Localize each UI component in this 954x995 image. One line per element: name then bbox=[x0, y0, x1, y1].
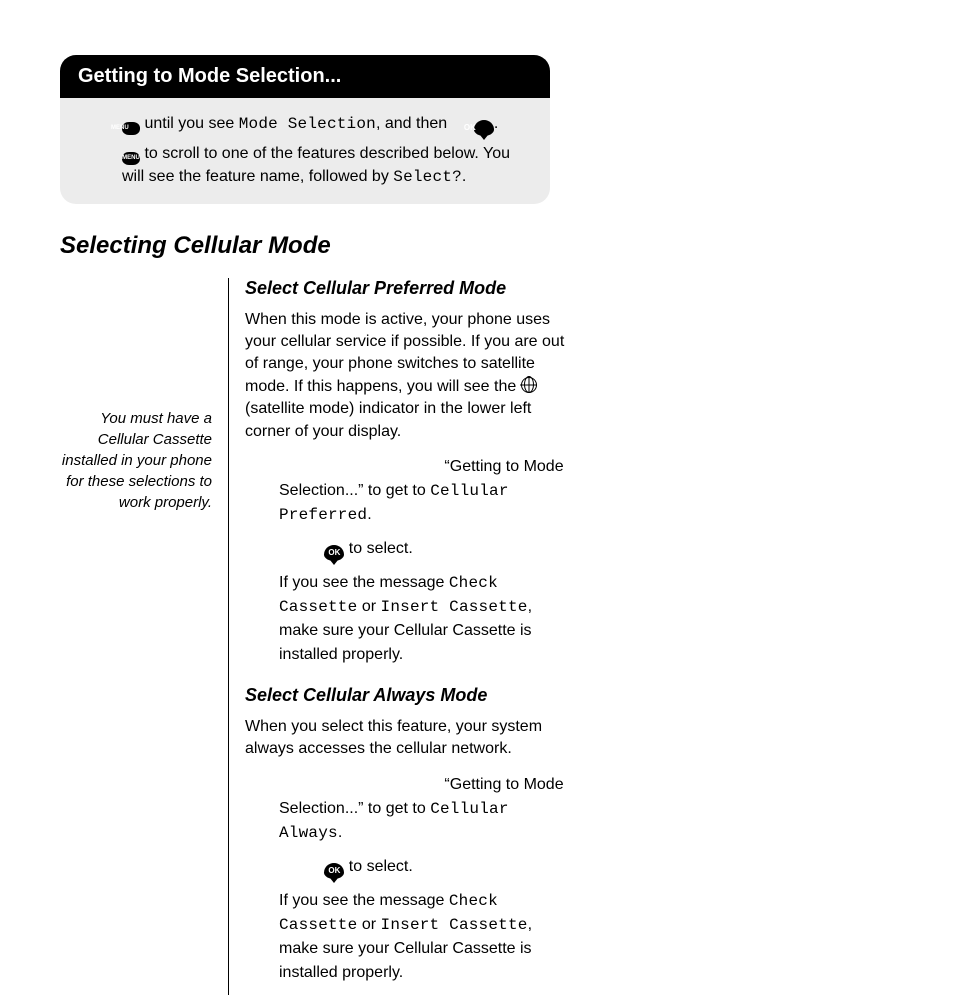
step-note: If you see the message Check Cassette or… bbox=[279, 889, 565, 985]
ok-icon: OK bbox=[324, 863, 344, 879]
text: If you see the message bbox=[279, 574, 449, 591]
text: (satellite mode) indicator in the lower … bbox=[245, 400, 531, 439]
step: Follow the steps under “Getting to Mode … bbox=[279, 455, 565, 527]
text: or bbox=[357, 916, 380, 933]
satellite-icon bbox=[521, 377, 537, 393]
box-body: MENU until you see Mode Selection, and t… bbox=[60, 98, 550, 204]
ok-icon: OK bbox=[324, 545, 344, 561]
instruction-box: Getting to Mode Selection... MENU until … bbox=[60, 55, 550, 204]
two-column-layout: You must have a Cellular Cassette instal… bbox=[60, 278, 894, 995]
subsection-heading: Select Cellular Preferred Mode bbox=[245, 278, 565, 299]
step: Follow the steps under “Getting to Mode … bbox=[279, 773, 565, 845]
text: . bbox=[338, 824, 342, 841]
text: , and then bbox=[376, 115, 452, 132]
text: until you see bbox=[140, 115, 239, 132]
step: Press OK to select. bbox=[279, 537, 565, 561]
menu-icon: MENU bbox=[122, 122, 140, 135]
content-column: Select Cellular Preferred Mode When this… bbox=[229, 278, 565, 995]
text: “Getting to Mode Selection...” to get to bbox=[279, 458, 564, 499]
text: When this mode is active, your phone use… bbox=[245, 311, 564, 395]
text: “Getting to Mode Selection...” to get to bbox=[279, 776, 564, 817]
sidenote-text: You must have a Cellular Cassette instal… bbox=[60, 408, 212, 513]
ok-icon: OK bbox=[474, 120, 494, 136]
sidenote-column: You must have a Cellular Cassette instal… bbox=[60, 278, 228, 513]
step: Press OK to select. bbox=[279, 855, 565, 879]
text: If you see the message bbox=[279, 892, 449, 909]
text: or bbox=[357, 598, 380, 615]
text: . bbox=[494, 115, 498, 132]
step-note: If you see the message Check Cassette or… bbox=[279, 571, 565, 667]
box-title: Getting to Mode Selection... bbox=[60, 55, 550, 98]
lcd-text: Select? bbox=[393, 168, 462, 186]
menu-icon: MENU bbox=[122, 152, 140, 165]
lcd-text: Insert Cassette bbox=[381, 916, 528, 934]
paragraph: When this mode is active, your phone use… bbox=[245, 309, 565, 443]
page: Getting to Mode Selection... MENU until … bbox=[0, 0, 954, 954]
text: to select. bbox=[344, 540, 412, 557]
lcd-text: Insert Cassette bbox=[381, 598, 528, 616]
subsection-heading: Select Cellular Always Mode bbox=[245, 685, 565, 706]
text: . bbox=[462, 168, 466, 185]
paragraph: When you select this feature, your syste… bbox=[245, 716, 565, 761]
text: to select. bbox=[344, 858, 412, 875]
text: . bbox=[367, 506, 371, 523]
lcd-text: Mode Selection bbox=[239, 115, 376, 133]
section-heading: Selecting Cellular Mode bbox=[60, 232, 894, 260]
